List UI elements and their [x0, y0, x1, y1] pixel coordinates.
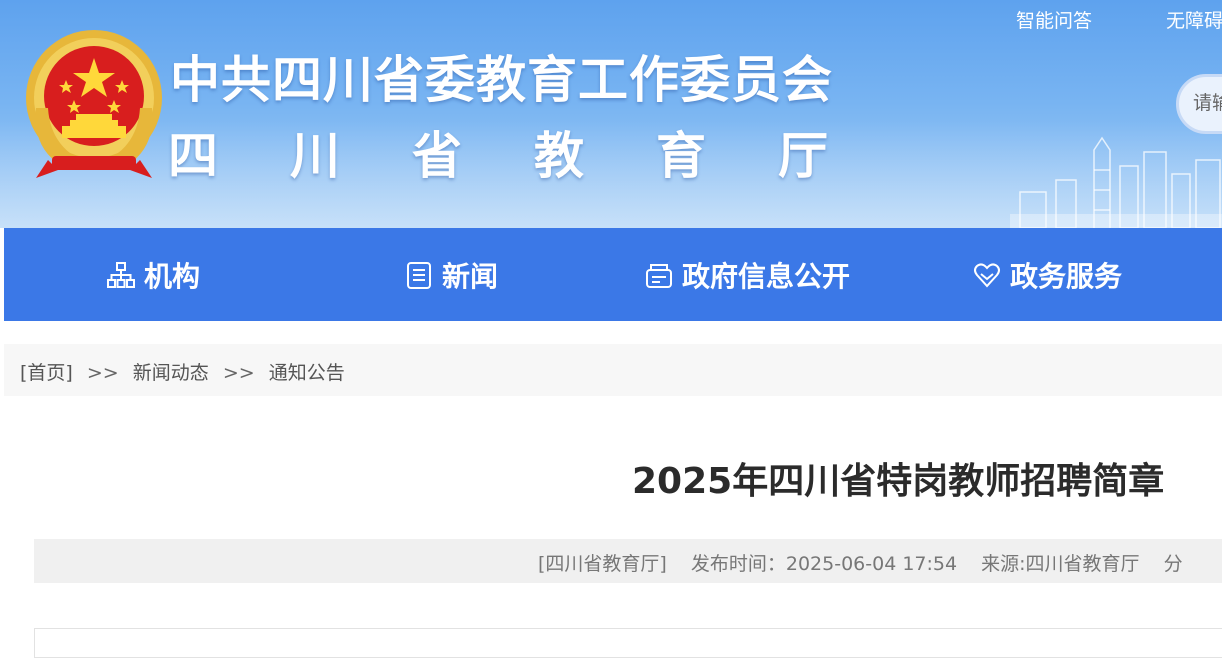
city-skyline-decoration	[1010, 136, 1222, 228]
nav-item-news[interactable]: 新闻	[404, 228, 498, 321]
main-nav: 机构 新闻 政府信息公开 政务服务	[4, 228, 1222, 321]
breadcrumb-news[interactable]: 新闻动态	[133, 362, 209, 384]
article-source: 来源:四川省教育厅	[981, 553, 1140, 575]
service-heart-icon	[974, 262, 1000, 287]
article-content-box	[34, 628, 1222, 658]
smart-qa-link[interactable]: 智能问答	[1016, 6, 1092, 33]
nav-label: 新闻	[442, 259, 499, 293]
accessibility-link[interactable]: 无障碍	[1166, 6, 1222, 33]
nav-item-info-disclosure[interactable]: 政府信息公开	[644, 228, 850, 321]
share-label[interactable]: 分	[1164, 553, 1183, 575]
nav-label: 机构	[144, 259, 201, 293]
search-input[interactable]	[1191, 91, 1222, 115]
info-disclosure-icon	[646, 263, 672, 288]
nav-item-org[interactable]: 机构	[106, 228, 200, 321]
publish-time: 发布时间：2025-06-04 17:54	[690, 553, 958, 575]
nav-item-services[interactable]: 政务服务	[972, 228, 1122, 321]
article-meta-bar: [四川省教育厅] 发布时间：2025-06-04 17:54 来源:四川省教育厅…	[34, 539, 1222, 583]
breadcrumb-separator: >>	[222, 362, 255, 384]
nav-label: 政府信息公开	[682, 259, 851, 293]
site-title-sub: 四川省教育厅	[168, 127, 900, 185]
breadcrumb: [首页] >> 新闻动态 >> 通知公告	[20, 358, 345, 385]
article-meta: [四川省教育厅] 发布时间：2025-06-04 17:54 来源:四川省教育厅…	[538, 549, 1201, 576]
breadcrumb-bar: [首页] >> 新闻动态 >> 通知公告	[4, 344, 1222, 396]
org-chart-icon	[107, 261, 135, 288]
breadcrumb-notices[interactable]: 通知公告	[269, 362, 345, 384]
site-title-main: 中共四川省委教育工作委员会	[170, 51, 833, 109]
news-icon	[407, 261, 431, 289]
national-emblem-icon	[26, 30, 162, 178]
breadcrumb-separator: >>	[86, 362, 119, 384]
nav-label: 政务服务	[1010, 259, 1123, 293]
source-tag: [四川省教育厅]	[538, 553, 667, 575]
breadcrumb-home[interactable]: [首页]	[20, 362, 73, 384]
header-banner: 中共四川省委教育工作委员会 四川省教育厅 智能问答 无障碍	[0, 0, 1222, 228]
article-title: 2025年四川省特岗教师招聘简章	[632, 461, 1165, 502]
